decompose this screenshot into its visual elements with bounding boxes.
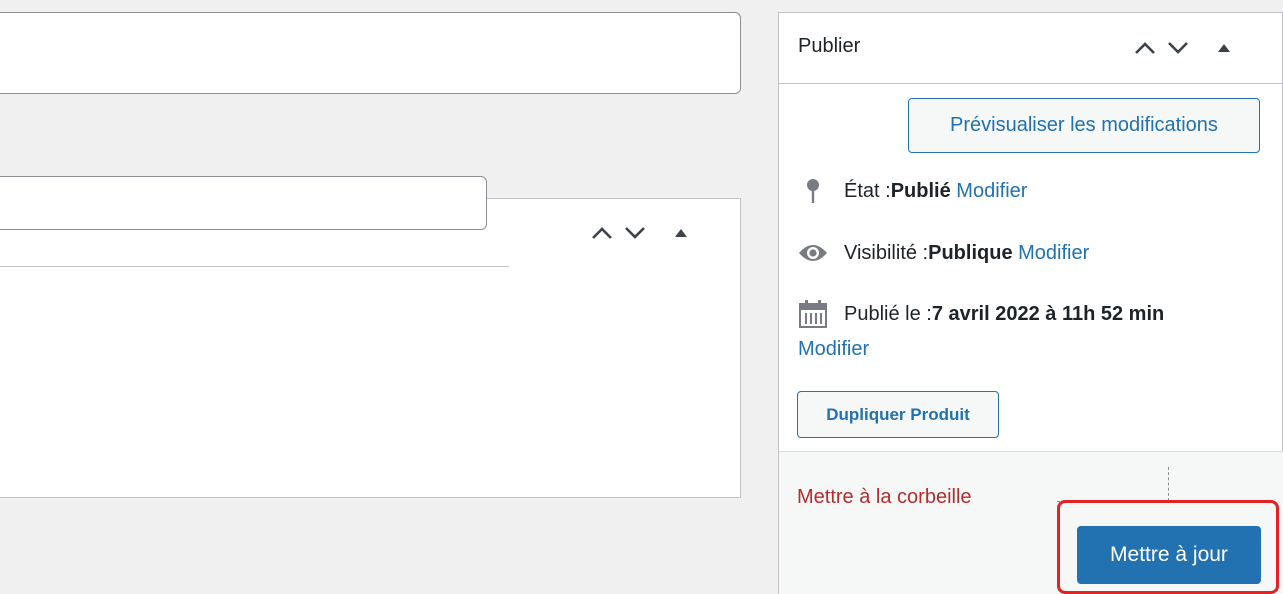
edit-visibility-link[interactable]: Modifier	[1018, 242, 1089, 265]
move-to-trash-link[interactable]: Mettre à la corbeille	[797, 486, 972, 509]
calendar-icon	[798, 299, 828, 329]
visibility-row: Visibilité : Publique Modifier	[798, 238, 1089, 268]
status-value: Publié	[890, 179, 951, 202]
eye-icon	[798, 238, 828, 268]
visibility-value: Publique	[928, 241, 1013, 264]
triangle-up-icon[interactable]	[666, 218, 696, 248]
publish-title: Publier	[798, 35, 861, 57]
meta-box-handles	[587, 199, 696, 266]
edit-status-link[interactable]: Modifier	[956, 180, 1027, 203]
chevron-down-icon[interactable]	[620, 218, 650, 248]
publish-date-row: Publié le : 7 avril 2022 à 11h 52 min	[798, 299, 1164, 329]
preview-changes-button[interactable]: Prévisualiser les modifications	[908, 98, 1260, 153]
chevron-up-icon[interactable]	[1130, 33, 1160, 63]
visibility-label: Visibilité :	[844, 241, 929, 264]
status-row: État : Publié Modifier	[798, 176, 1027, 206]
meta-field-input[interactable]	[0, 176, 487, 230]
publish-date-value: 7 avril 2022 à 11h 52 min	[931, 302, 1165, 325]
publish-date-label: Publié le :	[844, 302, 932, 325]
status-label: État :	[844, 179, 891, 202]
chevron-down-icon[interactable]	[1163, 33, 1193, 63]
edit-date-link[interactable]: Modifier	[798, 338, 869, 361]
publish-box-handles	[1130, 13, 1239, 83]
chevron-up-icon[interactable]	[587, 218, 617, 248]
meta-box	[0, 198, 741, 498]
publish-box-header: Publier	[779, 13, 1282, 84]
editor-stage: Publier Prévisualiser les modifications	[0, 0, 1283, 594]
duplicate-product-button[interactable]: Dupliquer Produit	[797, 391, 999, 438]
post-title-input[interactable]	[0, 12, 741, 94]
update-button[interactable]: Mettre à jour	[1077, 526, 1261, 584]
triangle-up-icon[interactable]	[1209, 33, 1239, 63]
pin-icon	[798, 176, 828, 206]
focus-guide-vertical	[1168, 467, 1169, 501]
